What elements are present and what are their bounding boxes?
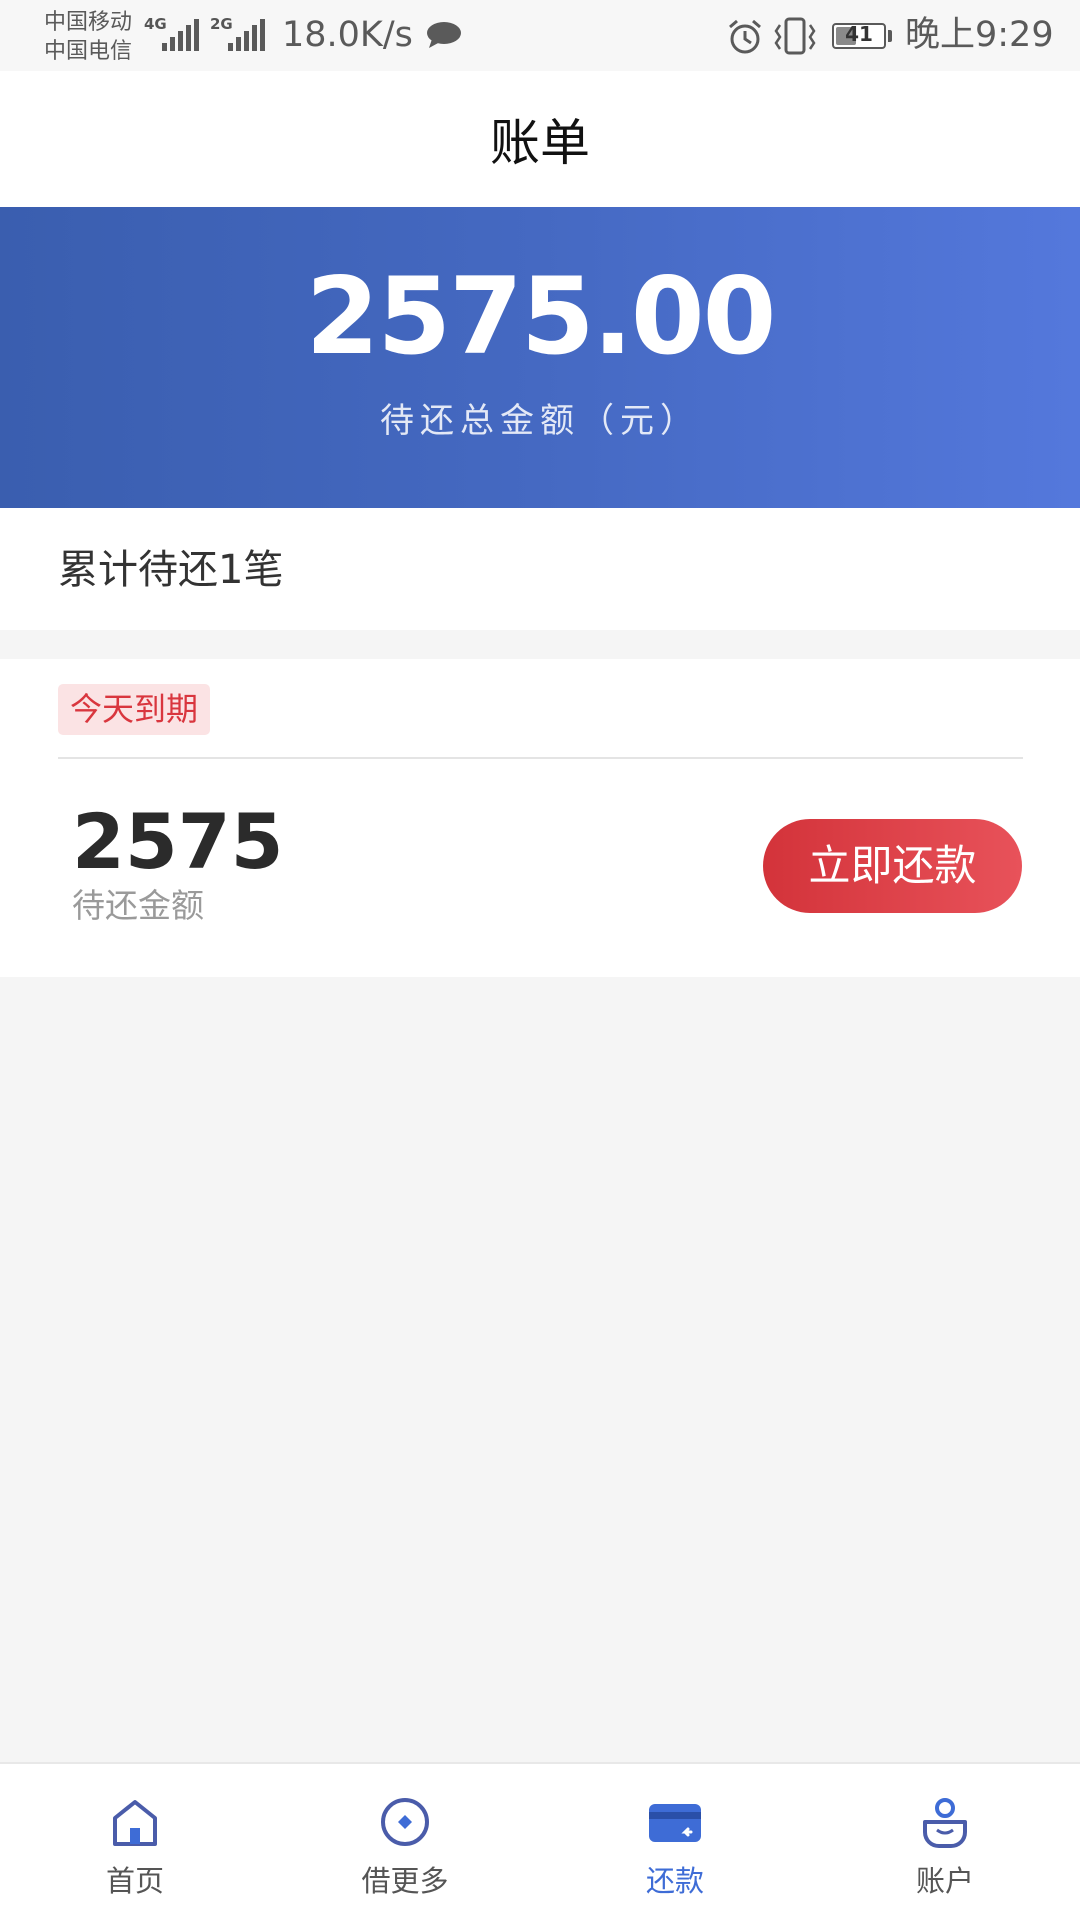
carrier-1: 中国移动 bbox=[44, 10, 133, 35]
page-title: 账单 bbox=[490, 114, 590, 172]
due-badge: 今天到期 bbox=[58, 684, 211, 735]
clock: 晚上9:29 bbox=[905, 15, 1054, 55]
nav-item-borrow[interactable]: 借更多 bbox=[270, 1764, 540, 1920]
summary-row: 累计待还1笔 bbox=[0, 508, 1080, 630]
home-icon bbox=[113, 1800, 157, 1846]
battery-level: 41 bbox=[845, 22, 873, 46]
bottom-nav: 首页 借更多 还款 账户 bbox=[0, 1762, 1080, 1920]
page-header: 账单 bbox=[0, 71, 1080, 207]
total-amount: 2575.00 bbox=[305, 255, 777, 378]
status-bar: 中国移动 中国电信 4G 2G 18.0K/s 41 晚上9:29 bbox=[0, 0, 1080, 71]
nav-item-home[interactable]: 首页 bbox=[0, 1764, 270, 1920]
nav-label-account: 账户 bbox=[915, 1864, 974, 1898]
divider bbox=[58, 757, 1023, 759]
bill-amount: 2575 bbox=[72, 797, 284, 886]
nav-label-borrow: 借更多 bbox=[361, 1864, 449, 1898]
nav-item-repay[interactable]: 还款 bbox=[540, 1764, 810, 1920]
carrier-2: 中国电信 bbox=[44, 39, 133, 64]
bill-card[interactable]: 今天到期 2575 待还金额 立即还款 bbox=[0, 659, 1080, 977]
repay-now-button[interactable]: 立即还款 bbox=[763, 819, 1022, 913]
nav-label-home: 首页 bbox=[105, 1864, 164, 1898]
bill-page: 中国移动 中国电信 4G 2G 18.0K/s 41 晚上9:29 账单 257… bbox=[0, 0, 1080, 1920]
total-banner: 2575.00 待还总金额（元） bbox=[0, 207, 1080, 508]
pending-count: 累计待还1笔 bbox=[58, 547, 284, 593]
compass-icon bbox=[381, 1798, 429, 1846]
net-speed: 18.0K/s bbox=[282, 15, 413, 55]
battery-icon: 41 bbox=[832, 22, 886, 49]
vibrate-icon bbox=[774, 17, 816, 55]
bill-amount-label: 待还金额 bbox=[72, 886, 204, 925]
battery-tip bbox=[888, 30, 892, 42]
nav-label-repay: 还款 bbox=[645, 1864, 704, 1898]
nav-item-account[interactable]: 账户 bbox=[810, 1764, 1080, 1920]
user-icon bbox=[923, 1798, 967, 1848]
chat-icon bbox=[427, 22, 461, 48]
total-amount-label: 待还总金额（元） bbox=[380, 401, 700, 441]
alarm-icon bbox=[729, 19, 761, 54]
card-icon bbox=[649, 1804, 701, 1842]
carrier-labels: 中国移动 中国电信 bbox=[44, 8, 132, 66]
